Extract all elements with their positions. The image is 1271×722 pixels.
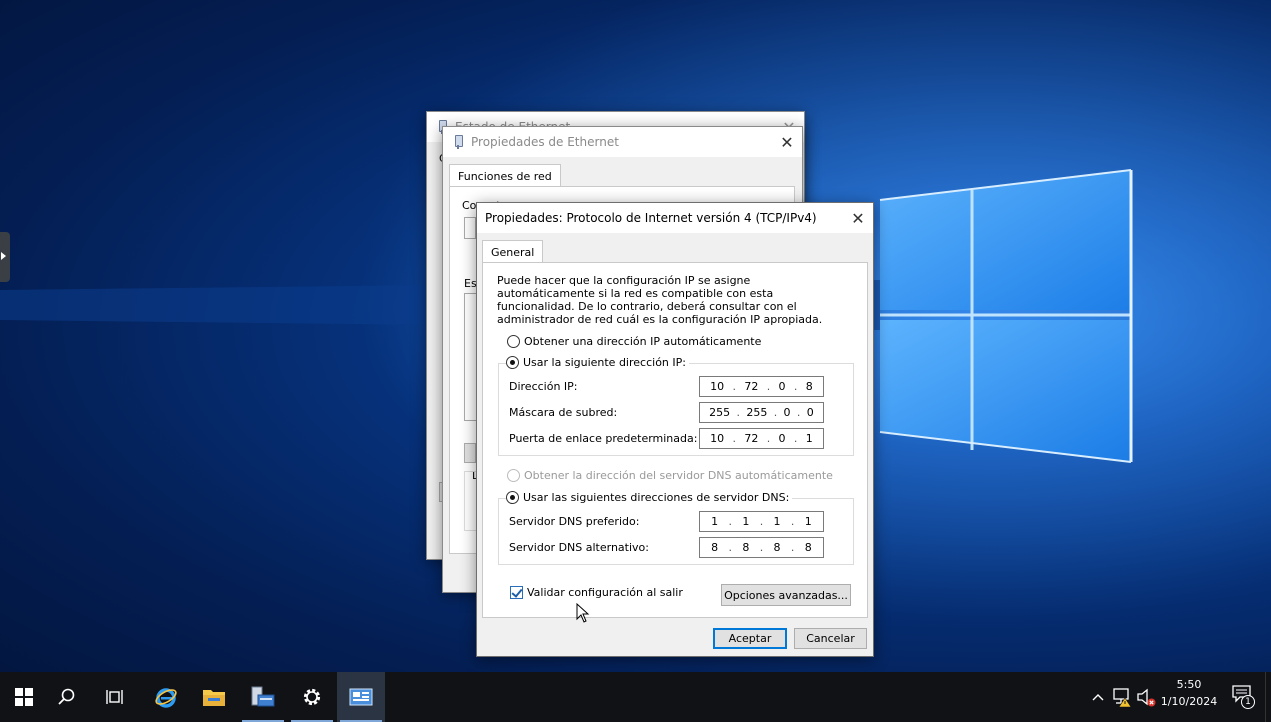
subnet-mask-label: Máscara de subred: <box>509 406 618 419</box>
radio-manual-ip[interactable]: Usar la siguiente dirección IP: <box>506 356 689 369</box>
dns-alternate-label: Servidor DNS alternativo: <box>509 541 649 554</box>
taskbar: 5:50 1/10/2024 1 <box>0 672 1271 722</box>
dns-alt-octet: 8 <box>804 541 812 554</box>
dns-preferred-input[interactable]: 1. 1. 1. 1 <box>699 511 824 532</box>
internet-explorer-icon <box>155 688 177 708</box>
radio-auto-ip-label: Obtener una dirección IP automáticamente <box>524 335 762 348</box>
radio-manual-dns[interactable]: Usar las siguientes direcciones de servi… <box>506 491 793 504</box>
radio-manual-ip-circle[interactable] <box>506 356 519 369</box>
dns-preferred-label: Servidor DNS preferido: <box>509 515 640 528</box>
network-connections-icon <box>349 688 373 706</box>
show-hidden-icons-button[interactable] <box>1088 672 1108 722</box>
list-label: Es <box>464 277 477 290</box>
ip-address-input[interactable]: 10. 72. 0. 8 <box>699 376 824 397</box>
settings-icon <box>303 688 321 706</box>
search-icon <box>58 688 75 705</box>
dns-alt-octet: 8 <box>773 541 781 554</box>
server-manager-icon <box>251 686 275 707</box>
ip-octet: 72 <box>744 380 759 393</box>
gateway-octet: 10 <box>710 432 725 445</box>
volume-tray-button[interactable] <box>1135 686 1157 708</box>
dns-pref-octet: 1 <box>773 515 781 528</box>
validate-checkbox-row[interactable]: Validar configuración al salir <box>510 586 683 599</box>
search-button[interactable] <box>43 672 91 722</box>
network-tray-button[interactable] <box>1111 686 1133 708</box>
gateway-octet: 1 <box>805 432 813 445</box>
ipv4-properties-dialog: Propiedades: Protocolo de Internet versi… <box>476 202 874 657</box>
ip-octet: 8 <box>805 380 813 393</box>
radio-auto-dns[interactable]: Obtener la dirección del servidor DNS au… <box>507 469 833 482</box>
mask-octet: 255 <box>709 406 731 419</box>
ipv4-close-icon[interactable]: ✕ <box>843 203 873 233</box>
validate-checkbox[interactable] <box>510 586 523 599</box>
dns-alt-octet: 8 <box>742 541 750 554</box>
dns-pref-octet: 1 <box>711 515 719 528</box>
propiedades-close-icon[interactable]: ✕ <box>772 127 802 157</box>
start-button[interactable] <box>0 672 48 722</box>
server-manager-button[interactable] <box>239 672 287 722</box>
dns-pref-octet: 1 <box>742 515 750 528</box>
tab-general[interactable]: General <box>482 240 544 263</box>
dns-alt-octet: 8 <box>711 541 719 554</box>
gateway-octet: 0 <box>778 432 786 445</box>
mouse-cursor-icon <box>576 603 590 623</box>
install-button[interactable] <box>464 443 476 463</box>
radio-auto-dns-circle[interactable] <box>507 469 520 482</box>
clock-time: 5:50 <box>1176 678 1202 691</box>
notification-count-badge: 1 <box>1241 695 1255 709</box>
settings-button[interactable] <box>288 672 336 722</box>
adapter-field <box>464 217 476 239</box>
task-view-button[interactable] <box>91 672 139 722</box>
clock[interactable]: 5:50 1/10/2024 <box>1160 672 1218 722</box>
action-center-button[interactable]: 1 <box>1230 683 1258 711</box>
mask-octet: 0 <box>783 406 791 419</box>
radio-manual-dns-label: Usar las siguientes direcciones de servi… <box>523 491 790 504</box>
network-connections-button[interactable] <box>337 672 385 722</box>
gateway-octet: 72 <box>744 432 759 445</box>
radio-auto-ip[interactable]: Obtener una dirección IP automáticamente <box>507 335 761 348</box>
network-icon <box>453 135 463 149</box>
radio-auto-ip-circle[interactable] <box>507 335 520 348</box>
internet-explorer-button[interactable] <box>142 672 190 722</box>
description-text: Puede hacer que la configuración IP se a… <box>497 274 823 326</box>
validate-label: Validar configuración al salir <box>527 586 683 599</box>
tab-funciones-de-red[interactable]: Funciones de red <box>449 164 561 187</box>
chevron-up-icon <box>1092 694 1104 701</box>
radio-manual-dns-circle[interactable] <box>506 491 519 504</box>
gateway-label: Puerta de enlace predeterminada: <box>509 432 698 445</box>
ip-octet: 10 <box>710 380 725 393</box>
cancel-button[interactable]: Cancelar <box>794 628 867 649</box>
file-explorer-icon <box>203 690 225 706</box>
mask-octet: 255 <box>746 406 768 419</box>
network-warning-icon <box>1113 688 1132 708</box>
ipv4-titlebar: Propiedades: Protocolo de Internet versi… <box>477 203 873 233</box>
radio-auto-dns-label: Obtener la dirección del servidor DNS au… <box>524 469 833 482</box>
propiedades-titlebar: Propiedades de Ethernet ✕ <box>443 127 802 157</box>
volume-muted-icon <box>1137 688 1156 707</box>
show-desktop-button[interactable] <box>1265 672 1271 722</box>
dns-pref-octet: 1 <box>804 515 812 528</box>
file-explorer-button[interactable] <box>190 672 238 722</box>
propiedades-title: Propiedades de Ethernet <box>471 135 619 149</box>
ip-address-label: Dirección IP: <box>509 380 578 393</box>
advanced-options-button[interactable]: Opciones avanzadas... <box>721 584 851 606</box>
mask-octet: 0 <box>806 406 814 419</box>
clock-date: 1/10/2024 <box>1160 695 1218 708</box>
ok-button[interactable]: Aceptar <box>713 628 787 649</box>
subnet-mask-input[interactable]: 255. 255. 0. 0 <box>699 402 824 423</box>
ipv4-title: Propiedades: Protocolo de Internet versi… <box>485 211 817 225</box>
start-icon <box>15 688 33 706</box>
ip-octet: 0 <box>778 380 786 393</box>
dns-alternate-input[interactable]: 8. 8. 8. 8 <box>699 537 824 558</box>
task-view-icon <box>106 690 123 704</box>
side-panel-handle[interactable] <box>0 232 10 282</box>
radio-manual-ip-label: Usar la siguiente dirección IP: <box>523 356 686 369</box>
gateway-input[interactable]: 10. 72. 0. 1 <box>699 428 824 449</box>
